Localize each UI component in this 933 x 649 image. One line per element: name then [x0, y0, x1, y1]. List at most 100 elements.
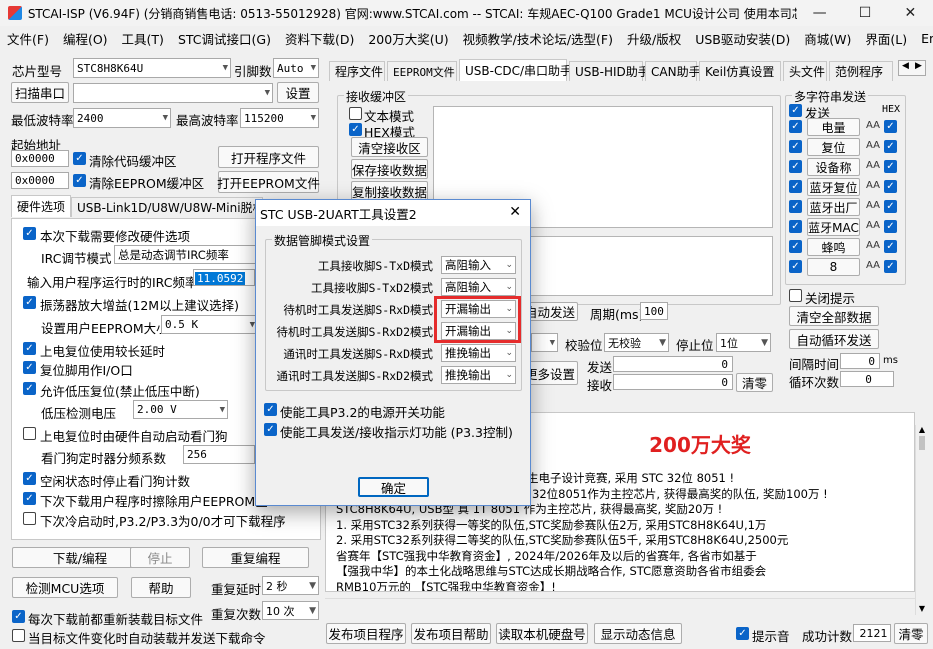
auto-load-checkbox[interactable]: [12, 629, 25, 642]
open-program-button[interactable]: 打开程序文件: [218, 146, 319, 168]
multi-hex-checkbox[interactable]: ✓: [884, 160, 897, 173]
stop-button[interactable]: 停止: [130, 547, 190, 568]
tab-usb-hid[interactable]: USB-HID助手: [569, 61, 650, 81]
tab-can[interactable]: CAN助手: [645, 61, 701, 81]
aa-icon[interactable]: AA: [866, 159, 880, 173]
publish-help-button[interactable]: 发布项目帮助: [411, 623, 491, 644]
multi-hex-checkbox[interactable]: ✓: [884, 140, 897, 153]
tab-examples[interactable]: 范例程序: [829, 61, 893, 81]
opt-modify-hw-checkbox[interactable]: ✓: [23, 227, 36, 240]
clear-code-checkbox[interactable]: ✓: [73, 152, 86, 165]
clear-count-button[interactable]: 清零: [736, 373, 773, 392]
pin-select[interactable]: Auto ▼: [273, 58, 319, 78]
ok-button[interactable]: 确定: [358, 477, 429, 497]
multi-send-button[interactable]: 8: [807, 258, 860, 276]
multi-hex-checkbox[interactable]: ✓: [884, 180, 897, 193]
opt-wdt-auto-checkbox[interactable]: [23, 427, 36, 440]
stop-bits-select[interactable]: 1位 ▼: [716, 333, 771, 352]
scan-port-button[interactable]: 扫描串口: [11, 82, 69, 103]
multi-send-button[interactable]: 复位: [807, 138, 860, 156]
max-baud-select[interactable]: 115200 ▼: [240, 108, 319, 128]
multi-send-checkbox[interactable]: ✓: [789, 260, 802, 273]
read-disk-id-button[interactable]: 读取本机硬盘号: [496, 623, 588, 644]
opt-long-delay-checkbox[interactable]: ✓: [23, 342, 36, 355]
multi-hex-checkbox[interactable]: ✓: [884, 240, 897, 253]
aa-icon[interactable]: AA: [866, 139, 880, 153]
pin-mode-select[interactable]: 高阻输入 ⌄: [441, 278, 516, 296]
menu-download[interactable]: 资料下载(D): [278, 29, 361, 48]
period-input[interactable]: 100: [640, 302, 668, 320]
multi-send-button[interactable]: 设备称: [807, 158, 860, 176]
close-window-button[interactable]: ✕: [888, 0, 933, 26]
multi-send-button[interactable]: 蓝牙MAC: [807, 218, 860, 236]
tab-usb-cdc[interactable]: USB-CDC/串口助手: [459, 59, 572, 81]
addr1-input[interactable]: 0x0000: [11, 150, 69, 167]
multi-send-checkbox[interactable]: ✓: [789, 180, 802, 193]
scroll-thumb[interactable]: [919, 436, 925, 450]
data-bits-select[interactable]: ▼: [531, 333, 558, 352]
multi-send-button[interactable]: 蜂鸣: [807, 238, 860, 256]
multi-send-checkbox[interactable]: ✓: [789, 220, 802, 233]
chip-select[interactable]: STC8H8K64U ▼: [73, 58, 231, 78]
publish-program-button[interactable]: 发布项目程序: [326, 623, 406, 644]
wdt-select[interactable]: 256: [183, 445, 255, 464]
menu-debug[interactable]: STC调试接口(G): [171, 29, 278, 48]
menu-file[interactable]: 文件(F): [0, 29, 56, 48]
addr2-input[interactable]: 0x0000: [11, 172, 69, 189]
menu-usb-driver[interactable]: USB驱动安装(D): [688, 29, 797, 48]
clear-all-button[interactable]: 清空全部数据: [789, 306, 879, 326]
close-tip-checkbox[interactable]: [789, 289, 802, 302]
multi-hex-checkbox[interactable]: ✓: [884, 260, 897, 273]
opt-reset-io-checkbox[interactable]: ✓: [23, 361, 36, 374]
aa-icon[interactable]: AA: [866, 219, 880, 233]
tab-keil[interactable]: Keil仿真设置: [699, 61, 781, 81]
opt-erase-eeprom-checkbox[interactable]: ✓: [23, 492, 36, 505]
multi-send-button[interactable]: 蓝牙复位: [807, 178, 860, 196]
multi-send-checkbox[interactable]: ✓: [789, 120, 802, 133]
led-checkbox[interactable]: ✓: [264, 423, 277, 436]
settings-button[interactable]: 设置: [277, 82, 319, 103]
tab-eeprom-file[interactable]: EEPROM文件: [387, 61, 457, 81]
multi-send-checkbox[interactable]: ✓: [789, 200, 802, 213]
port-select[interactable]: ▼: [73, 83, 273, 103]
save-recv-button[interactable]: 保存接收数据: [351, 159, 428, 179]
send-all-checkbox[interactable]: ✓: [789, 104, 802, 117]
multi-send-checkbox[interactable]: ✓: [789, 160, 802, 173]
repeat-delay-select[interactable]: 2 秒 ▼: [262, 576, 319, 595]
multi-send-button[interactable]: 电量: [807, 118, 860, 136]
auto-loop-button[interactable]: 自动循环发送: [789, 329, 879, 349]
multi-send-checkbox[interactable]: ✓: [789, 140, 802, 153]
opt-lvr-checkbox[interactable]: ✓: [23, 382, 36, 395]
loop-input[interactable]: 0: [840, 371, 894, 387]
clear-recv-button[interactable]: 清空接收区: [351, 137, 428, 157]
menu-upgrade[interactable]: 升级/版权: [620, 29, 688, 48]
help-button[interactable]: 帮助: [131, 577, 191, 598]
aa-icon[interactable]: AA: [866, 239, 880, 253]
minimize-button[interactable]: —: [797, 0, 842, 26]
reload-checkbox[interactable]: ✓: [12, 610, 25, 623]
menu-english[interactable]: English: [914, 31, 933, 46]
eeprom-size-select[interactable]: 0.5 K ▼: [161, 315, 258, 334]
sound-checkbox[interactable]: ✓: [736, 627, 749, 640]
menu-program[interactable]: 编程(O): [56, 29, 115, 48]
right-arrow-icon[interactable]: ▶: [912, 61, 925, 75]
message-hscrollbar[interactable]: [325, 598, 915, 612]
min-baud-select[interactable]: 2400 ▼: [73, 108, 171, 128]
tab-header[interactable]: 头文件: [783, 61, 827, 81]
message-scrollbar[interactable]: ▲ ▼: [915, 425, 928, 615]
left-arrow-icon[interactable]: ◀: [899, 61, 912, 75]
opt-idle-wdt-checkbox[interactable]: ✓: [23, 472, 36, 485]
menu-prize[interactable]: 200万大奖(U): [361, 29, 455, 48]
aa-icon[interactable]: AA: [866, 199, 880, 213]
text-mode-checkbox[interactable]: [349, 107, 362, 120]
aa-icon[interactable]: AA: [866, 179, 880, 193]
clear-eeprom-checkbox[interactable]: ✓: [73, 174, 86, 187]
close-icon[interactable]: ✕: [509, 204, 521, 220]
multi-send-button[interactable]: 蓝牙出厂: [807, 198, 860, 216]
clear-success-button[interactable]: 清零: [894, 623, 928, 644]
irc-freq-input[interactable]: 11.0592: [193, 269, 255, 286]
hex-mode-checkbox[interactable]: ✓: [349, 123, 362, 136]
pin-mode-select[interactable]: 推挽输出 ⌄: [441, 366, 516, 384]
multi-scrollbar[interactable]: [906, 104, 916, 274]
tab-hardware[interactable]: 硬件选项: [11, 195, 71, 217]
